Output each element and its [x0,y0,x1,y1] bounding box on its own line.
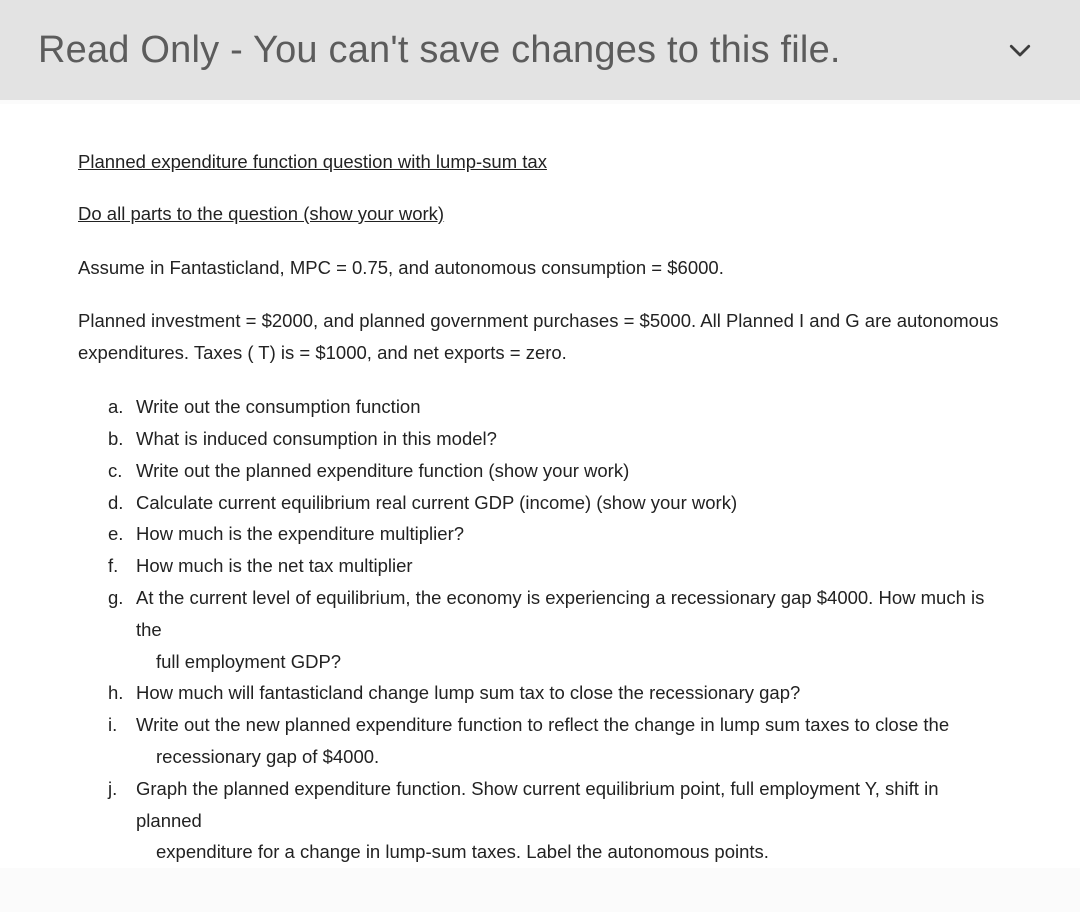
list-text: How much is the expenditure multiplier? [136,523,464,544]
list-item: a. Write out the consumption function [108,391,1002,423]
banner-collapse-button[interactable] [1000,30,1040,70]
list-text: How much is the net tax multiplier [136,555,413,576]
document-body: Planned expenditure function question wi… [0,104,1080,868]
heading-1-text: Planned expenditure function question wi… [78,151,547,172]
list-marker: a. [108,391,130,423]
list-marker: j. [108,773,130,805]
list-item: j. Graph the planned expenditure functio… [108,773,1002,868]
chevron-down-icon [1005,35,1035,65]
paragraph-2: Planned investment = $2000, and planned … [78,305,1002,369]
list-text: At the current level of equilibrium, the… [136,587,984,640]
list-marker: c. [108,455,130,487]
list-marker: b. [108,423,130,455]
list-marker: i. [108,709,130,741]
paragraph-1: Assume in Fantasticland, MPC = 0.75, and… [78,252,1002,284]
list-text: Write out the new planned expenditure fu… [136,714,949,735]
list-item: d. Calculate current equilibrium real cu… [108,487,1002,519]
heading-2-text: Do all parts to the question (show your … [78,203,444,224]
list-marker: d. [108,487,130,519]
list-text-cont: expenditure for a change in lump-sum tax… [136,836,1002,868]
list-marker: f. [108,550,130,582]
list-item: b. What is induced consumption in this m… [108,423,1002,455]
list-item: c. Write out the planned expenditure fun… [108,455,1002,487]
list-text: How much will fantasticland change lump … [136,682,800,703]
list-item: g. At the current level of equilibrium, … [108,582,1002,677]
list-text-cont: recessionary gap of $4000. [136,741,1002,773]
list-marker: h. [108,677,130,709]
question-list: a. Write out the consumption function b.… [78,391,1002,868]
list-text: Write out the consumption function [136,396,421,417]
list-text: What is induced consumption in this mode… [136,428,497,449]
heading-1: Planned expenditure function question wi… [78,146,1002,178]
list-text: Calculate current equilibrium real curre… [136,492,737,513]
read-only-banner: Read Only - You can't save changes to th… [0,0,1080,100]
heading-2: Do all parts to the question (show your … [78,198,1002,230]
list-text-cont: full employment GDP? [136,646,1002,678]
list-item: f. How much is the net tax multiplier [108,550,1002,582]
list-item: e. How much is the expenditure multiplie… [108,518,1002,550]
list-item: h. How much will fantasticland change lu… [108,677,1002,709]
list-text: Graph the planned expenditure function. … [136,778,938,831]
list-item: i. Write out the new planned expenditure… [108,709,1002,773]
read-only-text: Read Only - You can't save changes to th… [38,29,841,72]
list-marker: e. [108,518,130,550]
list-text: Write out the planned expenditure functi… [136,460,629,481]
page-area: Planned expenditure function question wi… [0,100,1080,912]
list-marker: g. [108,582,130,614]
